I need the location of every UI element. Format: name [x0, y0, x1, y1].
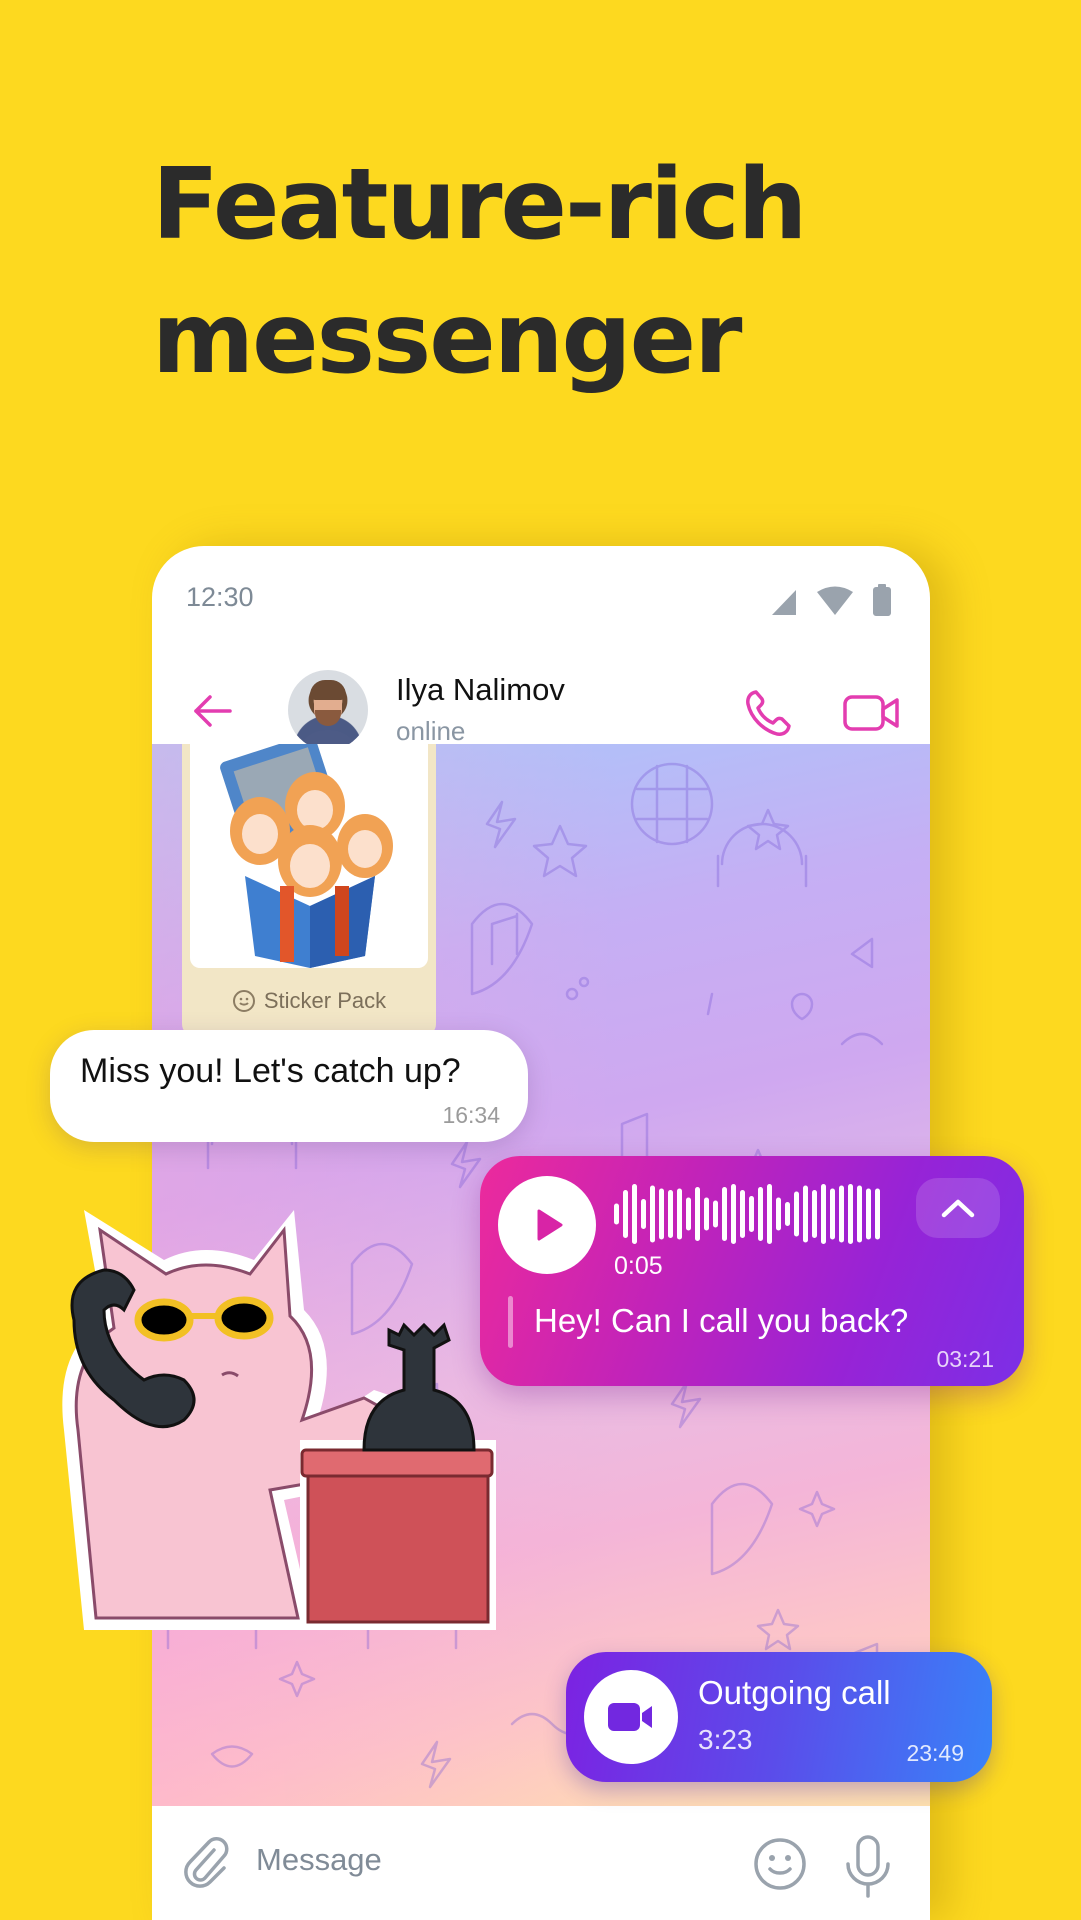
waveform-bar [857, 1185, 862, 1243]
play-button[interactable] [498, 1176, 596, 1274]
headline-line-1: Feature-rich [152, 148, 807, 262]
voice-transcript: Hey! Can I call you back? [534, 1302, 909, 1339]
incoming-message-bubble[interactable]: Miss you! Let's catch up? 16:34 [50, 1030, 528, 1142]
waveform-bar [839, 1185, 844, 1243]
status-time: 12:30 [186, 582, 254, 612]
status-icons [770, 584, 892, 616]
message-composer [152, 1806, 930, 1920]
sticker-pack-message[interactable]: Sticker Pack [182, 744, 436, 1036]
voice-time: 03:21 [936, 1346, 994, 1372]
waveform-bar [713, 1200, 718, 1228]
waveform-bar [731, 1184, 736, 1244]
waveform-bar [722, 1187, 727, 1241]
call-icon-circle [584, 1670, 678, 1764]
waveform-bar [785, 1202, 790, 1226]
waveform-bar [848, 1184, 853, 1244]
waveform-bar [614, 1203, 619, 1225]
smiley-icon [232, 990, 255, 1012]
contact-name[interactable]: Ilya Nalimov [396, 672, 565, 708]
waveform-bar [668, 1190, 673, 1238]
waveform-bar [695, 1187, 700, 1241]
emoji-button[interactable] [752, 1836, 808, 1892]
attach-button[interactable] [180, 1834, 234, 1890]
waveform-bar [821, 1184, 826, 1244]
arrow-left-icon [194, 695, 232, 727]
headline-line-2: messenger [152, 282, 742, 396]
waveform-bar [812, 1190, 817, 1238]
video-call-button[interactable] [842, 686, 902, 740]
back-button[interactable] [188, 686, 238, 736]
paperclip-icon [184, 1837, 229, 1888]
sticker-pack-text: Sticker Pack [263, 988, 387, 1013]
voice-waveform[interactable] [612, 1184, 882, 1244]
collapse-transcript-button[interactable] [916, 1178, 1000, 1238]
waveform-bar [704, 1197, 709, 1231]
sticker-pack-preview[interactable] [190, 744, 428, 968]
contact-status: online [396, 716, 466, 746]
call-title: Outgoing call [698, 1674, 891, 1711]
phone-icon [746, 690, 791, 736]
waveform-bar [650, 1185, 655, 1243]
sticker-pack-illustration [220, 744, 393, 968]
status-bar: 12:30 [152, 546, 930, 642]
waveform-bar [686, 1197, 691, 1231]
waveform-bar [767, 1184, 772, 1244]
call-time: 23:49 [906, 1740, 964, 1766]
waveform-bar [830, 1188, 835, 1240]
waveform-bar [641, 1199, 646, 1229]
message-input[interactable] [256, 1832, 616, 1888]
voice-message-bubble: 0:05 Hey! Can I call you back? 03:21 [480, 1156, 1024, 1386]
waveform-bar [677, 1188, 682, 1240]
sticker-pack-label: Sticker Pack [182, 988, 436, 1014]
microphone-icon [846, 1835, 890, 1898]
video-camera-icon [608, 1703, 652, 1731]
signal-icon [772, 590, 796, 615]
contact-avatar[interactable] [288, 670, 368, 750]
waveform-bar [875, 1188, 880, 1240]
call-duration: 3:23 [698, 1724, 753, 1755]
waveform-bar [794, 1191, 799, 1237]
smiley-icon [754, 1838, 806, 1890]
waveform-bar [866, 1188, 871, 1240]
waveform-bar [749, 1196, 754, 1232]
outgoing-call-bubble[interactable]: Outgoing call 3:23 23:49 [566, 1652, 992, 1782]
chevron-up-icon [941, 1199, 975, 1218]
voice-duration: 0:05 [614, 1252, 663, 1280]
voice-call-button[interactable] [742, 686, 796, 740]
waveform-bar [758, 1187, 763, 1241]
headline: Feature-rich messenger [152, 138, 807, 406]
waveform-bar [623, 1190, 628, 1238]
waveform-bar [776, 1197, 781, 1231]
waveform-bar [740, 1190, 745, 1238]
cat-sticker[interactable] [44, 1200, 534, 1640]
cat-sticker-illustration [62, 1210, 496, 1630]
battery-icon [873, 584, 891, 616]
waveform-bar [632, 1184, 637, 1244]
waveform-bar [659, 1188, 664, 1240]
video-camera-icon [843, 695, 899, 731]
play-icon [537, 1209, 563, 1241]
waveform-bar [803, 1185, 808, 1243]
message-time: 16:34 [442, 1102, 500, 1128]
wifi-icon [817, 586, 853, 615]
transcript-quote-line [508, 1296, 513, 1348]
microphone-button[interactable] [844, 1834, 892, 1898]
message-text: Miss you! Let's catch up? [80, 1052, 461, 1090]
